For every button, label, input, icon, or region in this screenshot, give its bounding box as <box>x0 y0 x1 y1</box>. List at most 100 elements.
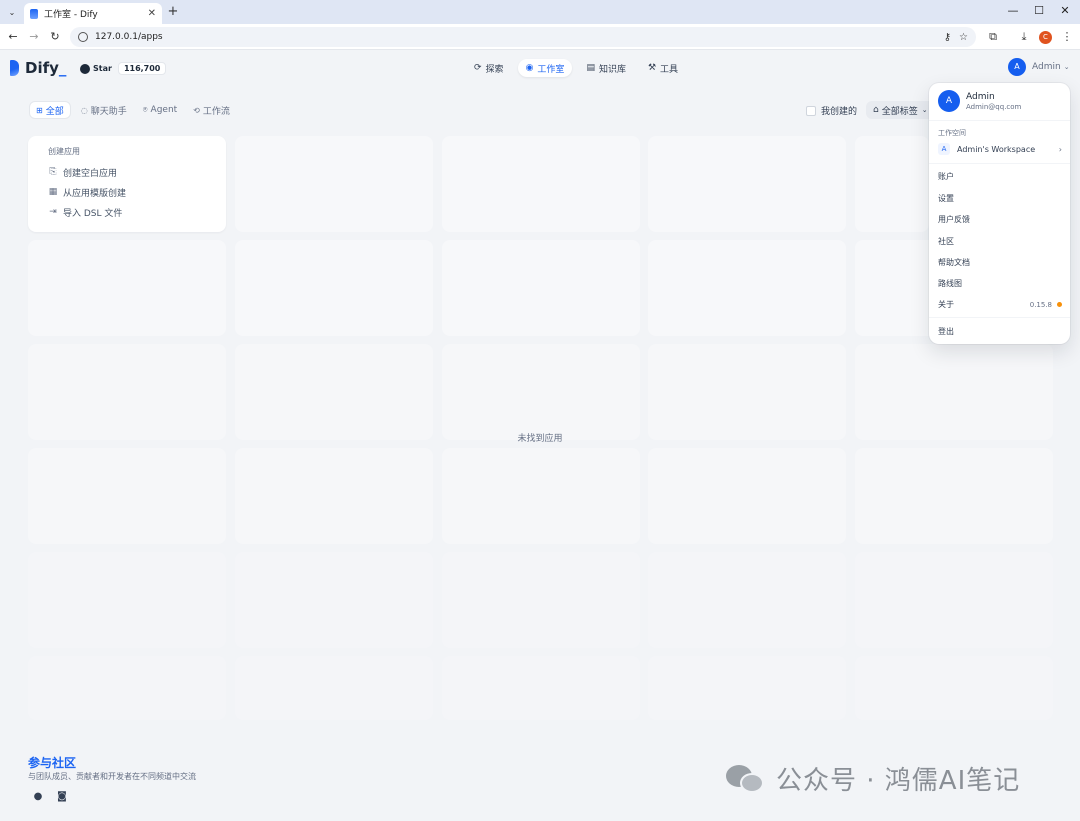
version-text: 0.15.8 <box>1029 300 1052 309</box>
created-by-me-label: 我创建的 <box>821 107 858 117</box>
extensions-icon[interactable]: ⧉ <box>986 30 1000 44</box>
download-icon[interactable]: ⤓ <box>1017 30 1031 44</box>
discord-icon[interactable]: ◙ <box>56 791 68 803</box>
dropdown-avatar: A <box>938 90 960 112</box>
wechat-logo-icon <box>726 763 766 795</box>
import-dsl-label: 导入 DSL 文件 <box>63 208 123 219</box>
dify-logo-icon <box>10 60 19 76</box>
placeholder-card <box>28 552 226 648</box>
tab-search-icon[interactable]: ⌄ <box>4 4 20 20</box>
logo-text: Dify <box>25 59 59 77</box>
site-info-icon[interactable] <box>78 32 88 42</box>
tool-icon: ⚒ <box>647 63 657 73</box>
chat-icon: ◌ <box>80 105 88 115</box>
placeholder-card <box>442 344 640 440</box>
placeholder-card <box>235 344 433 440</box>
new-tab-icon[interactable]: + <box>166 4 180 19</box>
browser-tab[interactable]: 工作室 - Dify ✕ <box>24 3 162 24</box>
created-by-me-filter[interactable]: 我创建的 <box>806 104 857 117</box>
github-icon[interactable]: ● <box>32 791 44 803</box>
placeholder-card <box>648 656 846 720</box>
workspace-badge: A <box>938 143 950 155</box>
menu-settings[interactable]: 设置 <box>938 193 1062 204</box>
watermark-text: 公众号 · 鸿儒AI笔记 <box>776 766 1021 796</box>
placeholder-card <box>855 136 929 232</box>
maximize-icon[interactable]: ☐ <box>1032 4 1046 17</box>
tab-agent[interactable]: ⍟ Agent <box>137 101 183 119</box>
chevron-down-icon: ⌄ <box>921 106 928 114</box>
workspace-item[interactable]: A Admin's Workspace › <box>938 142 1062 156</box>
menu-logout[interactable]: 登出 <box>938 326 1062 337</box>
tab-workflow[interactable]: ⟲ 工作流 <box>187 101 236 119</box>
nav-knowledge-label: 知识库 <box>598 64 626 75</box>
github-star-count: 116,700 <box>117 62 167 75</box>
tab-chat-label: 聊天助手 <box>90 106 127 117</box>
placeholder-card <box>235 448 433 544</box>
create-template-label: 从应用模版创建 <box>63 188 127 199</box>
import-dsl-button[interactable]: ⇥ 导入 DSL 文件 <box>48 202 206 222</box>
tag-filter-select[interactable]: ⌂ 全部标签 ⌄ <box>866 101 935 119</box>
user-name: Admin <box>1032 62 1061 72</box>
import-icon: ⇥ <box>49 207 57 217</box>
forward-icon[interactable]: → <box>27 30 41 43</box>
tab-title: 工作室 - Dify <box>44 10 98 20</box>
browser-tab-bar: ⌄ 工作室 - Dify ✕ + — ☐ ✕ <box>0 0 1080 24</box>
nav-tools[interactable]: ⚒ 工具 <box>640 59 686 77</box>
github-star-button[interactable]: Star 116,700 <box>80 61 167 76</box>
placeholder-card <box>648 552 846 648</box>
chevron-down-icon: ⌄ <box>1063 63 1070 71</box>
divider <box>929 317 1070 318</box>
update-dot-icon <box>1057 302 1062 307</box>
menu-help-docs[interactable]: 帮助文档 <box>938 257 1062 268</box>
workspace-name: Admin's Workspace <box>957 144 1036 154</box>
minimize-icon[interactable]: — <box>1006 4 1020 17</box>
create-blank-app-button[interactable]: ⎘ 创建空白应用 <box>48 162 206 182</box>
grid-icon: ⊞ <box>36 105 43 115</box>
divider <box>929 163 1070 164</box>
dify-favicon-icon <box>30 8 38 19</box>
tab-chat-assistant[interactable]: ◌ 聊天助手 <box>75 101 133 119</box>
nav-explore[interactable]: ⟳ 探索 <box>466 59 512 77</box>
create-from-template-button[interactable]: ▦ 从应用模版创建 <box>48 182 206 202</box>
dify-logo[interactable]: Dify_ <box>10 59 66 77</box>
book-icon: ▤ <box>586 63 595 73</box>
tab-workflow-label: 工作流 <box>202 106 230 117</box>
placeholder-card <box>648 240 846 336</box>
profile-avatar[interactable]: C <box>1039 31 1052 44</box>
tab-all[interactable]: ⊞ 全部 <box>29 101 71 119</box>
created-by-me-checkbox[interactable] <box>806 105 816 116</box>
workflow-icon: ⟲ <box>193 105 200 115</box>
nav-explore-label: 探索 <box>485 64 504 75</box>
placeholder-card <box>648 448 846 544</box>
placeholder-card <box>442 448 640 544</box>
menu-feedback[interactable]: 用户反馈 <box>938 214 1062 225</box>
menu-account[interactable]: 账户 <box>938 171 1062 182</box>
reload-icon[interactable]: ↻ <box>48 30 62 43</box>
github-star-label: Star <box>93 64 112 73</box>
create-app-card: 创建应用 ⎘ 创建空白应用 ▦ 从应用模版创建 ⇥ 导入 DSL 文件 <box>28 136 226 232</box>
workspace-section-label: 工作空间 <box>938 129 966 137</box>
user-menu-button[interactable]: A Admin ⌄ <box>1008 58 1070 76</box>
placeholder-card <box>442 136 640 232</box>
menu-about[interactable]: 关于 0.15.8 <box>938 299 1062 310</box>
placeholder-card <box>855 344 1053 440</box>
menu-community[interactable]: 社区 <box>938 236 1062 247</box>
app-type-tabs: ⊞ 全部 ◌ 聊天助手 ⍟ Agent ⟲ 工作流 <box>29 101 236 119</box>
file-plus-icon: ⎘ <box>49 167 57 177</box>
password-key-icon[interactable]: ⚷ <box>944 32 951 43</box>
back-icon[interactable]: ← <box>6 30 20 43</box>
address-bar[interactable]: 127.0.0.1/apps ⚷ ☆ <box>70 27 976 47</box>
nav-studio[interactable]: ◉ 工作室 <box>517 59 573 77</box>
placeholder-card <box>442 240 640 336</box>
github-icon <box>80 63 90 74</box>
close-tab-icon[interactable]: ✕ <box>148 8 156 19</box>
divider <box>929 120 1070 121</box>
browser-menu-icon[interactable]: ⋮ <box>1060 30 1074 43</box>
close-window-icon[interactable]: ✕ <box>1058 4 1072 17</box>
nav-knowledge[interactable]: ▤ 知识库 <box>578 59 634 77</box>
community-subtitle: 与团队成员、贡献者和开发者在不同频道中交流 <box>28 772 196 781</box>
bookmark-star-icon[interactable]: ☆ <box>959 32 968 43</box>
menu-roadmap[interactable]: 路线图 <box>938 278 1062 289</box>
placeholder-card <box>235 240 433 336</box>
browser-toolbar: ← → ↻ 127.0.0.1/apps ⚷ ☆ ⧉ ⤓ ⋮ <box>0 24 1080 50</box>
